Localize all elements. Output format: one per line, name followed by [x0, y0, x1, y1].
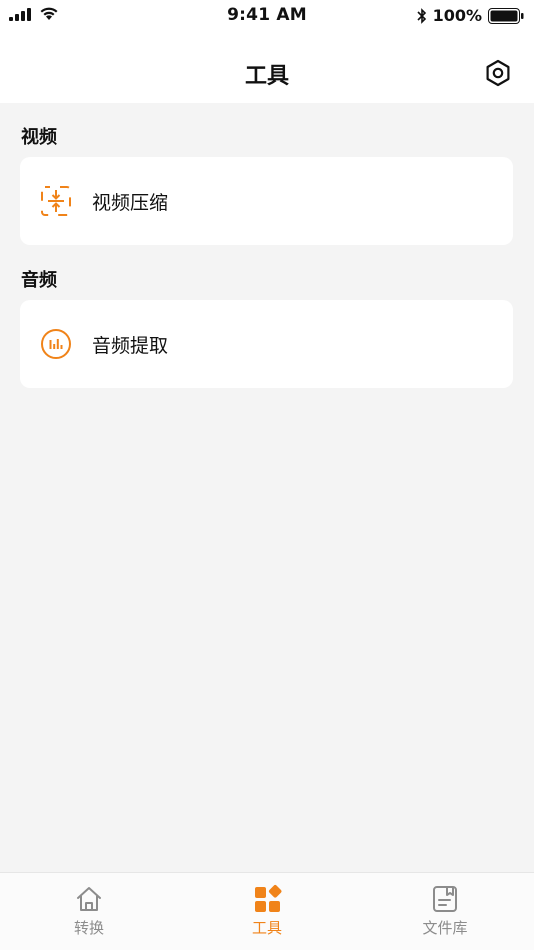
tab-bar: 转换 工具 文件库	[0, 872, 534, 950]
tab-label: 文件库	[422, 919, 468, 937]
settings-hex-icon[interactable]	[484, 59, 512, 87]
battery-icon	[488, 7, 524, 24]
battery-percent: 100%	[432, 6, 482, 25]
tab-convert[interactable]: 转换	[0, 873, 178, 950]
tool-item-audio-extract[interactable]: 音频提取	[20, 300, 513, 388]
tool-item-video-compress[interactable]: 视频压缩	[20, 157, 513, 245]
grid-tools-icon	[255, 885, 282, 912]
top-header-area: 9:41 AM 100% 工具	[0, 0, 534, 103]
status-right: 100%	[416, 6, 524, 25]
section-title-audio: 音频	[21, 270, 57, 291]
nav-bar: 工具	[0, 42, 534, 102]
bluetooth-icon	[416, 7, 426, 24]
tool-item-label: 视频压缩	[92, 191, 169, 214]
tool-item-label: 音频提取	[92, 334, 169, 357]
tab-file-library[interactable]: 文件库	[356, 873, 534, 950]
tab-label: 工具	[251, 919, 282, 937]
file-icon	[433, 886, 457, 912]
home-icon	[77, 887, 101, 911]
section-title-video: 视频	[21, 127, 57, 148]
status-bar: 9:41 AM 100%	[0, 0, 534, 32]
tab-label: 转换	[73, 919, 104, 937]
page-title: 工具	[244, 64, 289, 89]
audio-wave-icon	[41, 329, 71, 359]
tab-tools[interactable]: 工具	[178, 873, 356, 950]
compress-icon	[41, 186, 71, 216]
